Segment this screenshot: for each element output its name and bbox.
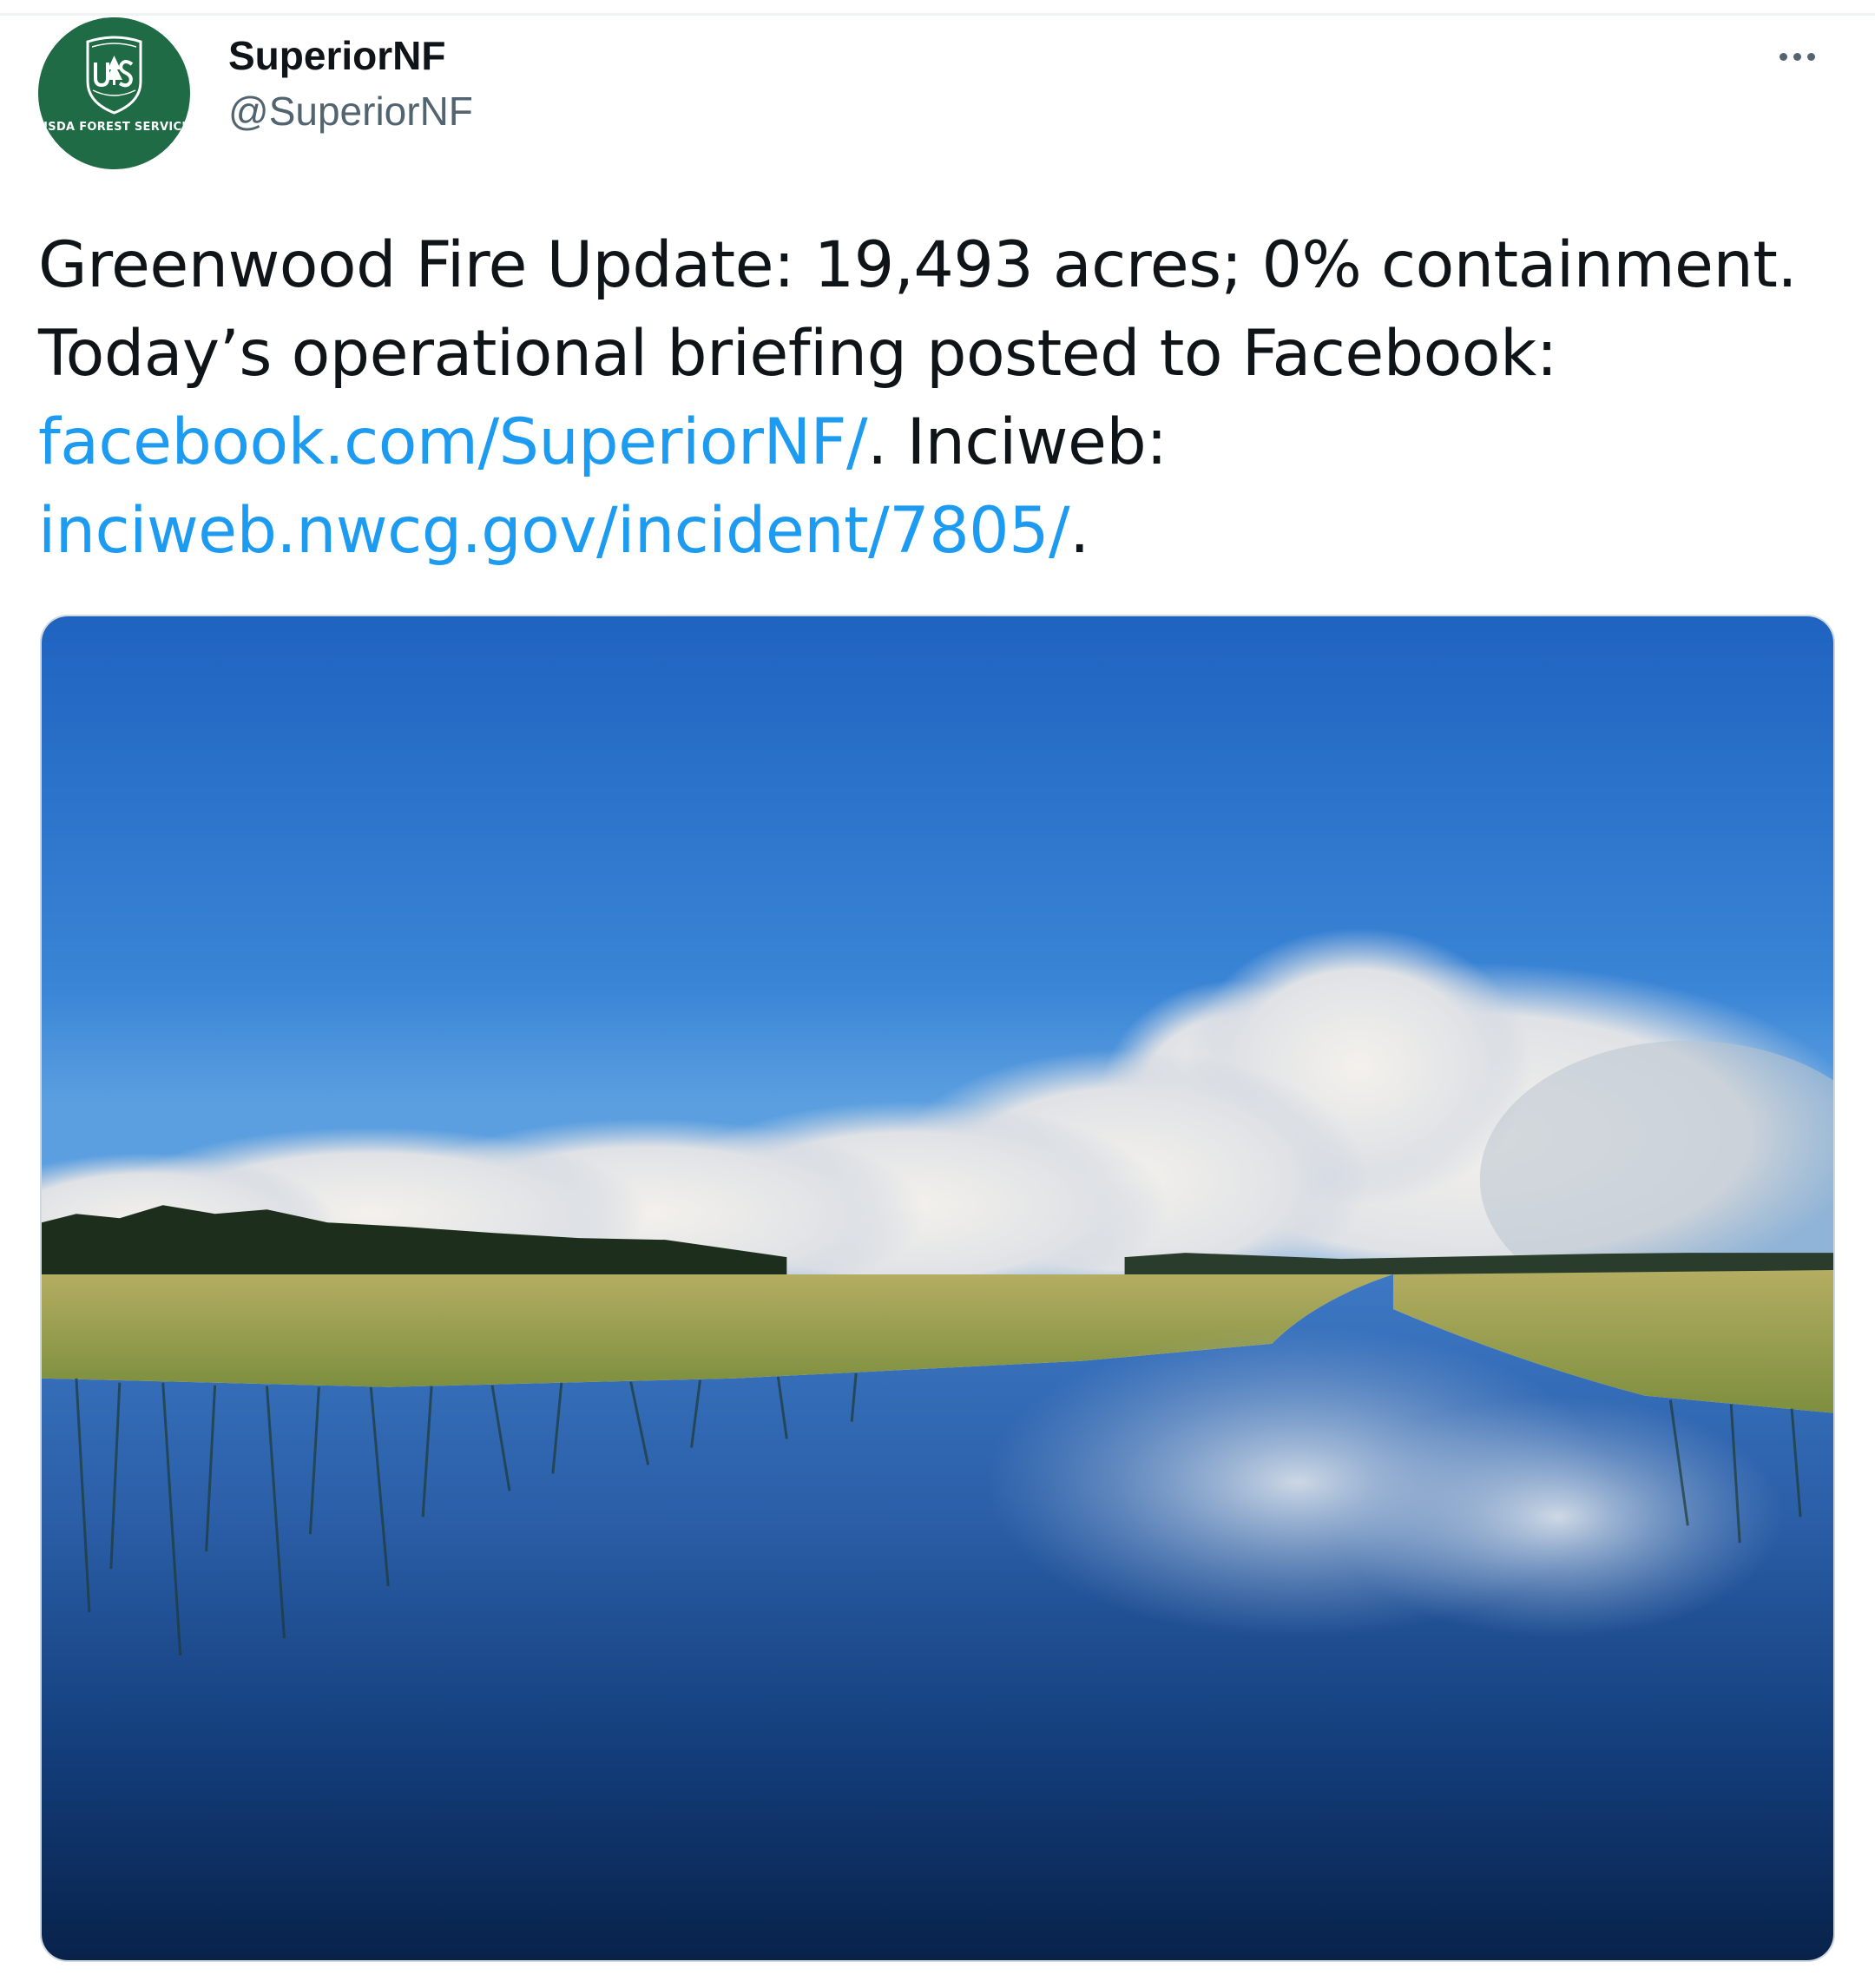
inciweb-link[interactable]: inciweb.nwcg.gov/incident/7805/ — [38, 494, 1070, 568]
display-name[interactable]: SuperiorNF — [228, 28, 473, 83]
timeline-divider — [0, 0, 1875, 16]
photo-lake-wildfire-smoke — [42, 616, 1833, 1960]
tweet-text-segment: . Inciweb: — [867, 405, 1168, 479]
avatar-caption: USDA FOREST SERVICE — [38, 121, 190, 134]
tweet-text-segment: . — [1069, 494, 1089, 568]
user-handle[interactable]: @SuperiorNF — [228, 83, 473, 139]
more-button[interactable] — [1762, 35, 1832, 78]
more-dots-icon — [1779, 52, 1787, 61]
usda-forest-service-shield-icon — [38, 17, 190, 169]
tweet-text-segment: Greenwood Fire Update: 19,493 acres; 0% … — [38, 228, 1798, 391]
more-dots-icon — [1793, 52, 1801, 61]
user-info: SuperiorNF @SuperiorNF — [228, 28, 473, 139]
avatar[interactable]: USDA FOREST SERVICE — [38, 17, 190, 169]
tweet-text: Greenwood Fire Update: 19,493 acres; 0% … — [38, 221, 1844, 576]
facebook-link[interactable]: facebook.com/SuperiorNF/ — [38, 405, 868, 479]
tweet-photo[interactable] — [40, 615, 1835, 1962]
more-dots-icon — [1806, 52, 1815, 61]
